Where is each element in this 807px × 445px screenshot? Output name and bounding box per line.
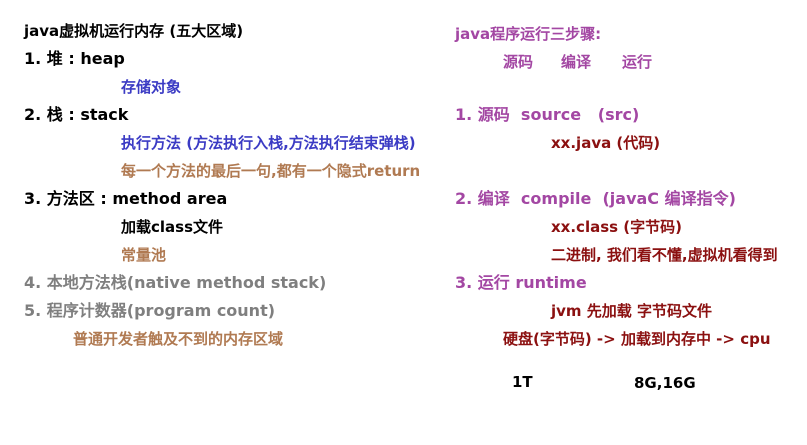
heap-desc: 存储对象 xyxy=(121,78,182,96)
native-stack-heading: 4. 本地方法栈(native method stack) xyxy=(24,273,327,292)
runtime-desc-2: 硬盘(字节码) -> 加载到内存中 -> cpu xyxy=(503,330,771,348)
runtime-heading: 3. 运行 runtime xyxy=(455,273,587,292)
stack-desc-1: 执行方法 (方法执行入栈,方法执行结束弹栈) xyxy=(121,134,416,152)
compile-desc-1: xx.class (字节码) xyxy=(551,218,682,236)
disk-size: 1T xyxy=(512,373,533,391)
heap-heading: 1. 堆 : heap xyxy=(24,49,125,68)
compile-desc-2: 二进制, 我们看不懂,虚拟机看得到 xyxy=(551,246,778,264)
runtime-desc-1: jvm 先加载 字节码文件 xyxy=(551,302,712,320)
step-label-run: 运行 xyxy=(622,53,653,71)
stack-desc-2: 每一个方法的最后一句,都有一个隐式return xyxy=(121,162,421,180)
inaccessible-note: 普通开发者触及不到的内存区域 xyxy=(73,330,284,348)
memory-title: java虚拟机运行内存 (五大区域) xyxy=(24,22,244,40)
compile-heading: 2. 编译 compile (javaC 编译指令) xyxy=(455,189,736,208)
step-label-source: 源码 xyxy=(503,53,534,71)
step-label-compile: 编译 xyxy=(561,53,592,71)
steps-title: java程序运行三步骤: xyxy=(455,25,602,43)
method-area-desc-1: 加载class文件 xyxy=(121,218,224,236)
stack-heading: 2. 栈 : stack xyxy=(24,105,129,124)
source-desc: xx.java (代码) xyxy=(551,134,661,152)
pc-heading: 5. 程序计数器(program count) xyxy=(24,301,276,320)
method-area-desc-2: 常量池 xyxy=(121,246,167,264)
method-area-heading: 3. 方法区 : method area xyxy=(24,189,228,208)
memory-size: 8G,16G xyxy=(634,374,696,392)
source-heading: 1. 源码 source (src) xyxy=(455,105,640,124)
